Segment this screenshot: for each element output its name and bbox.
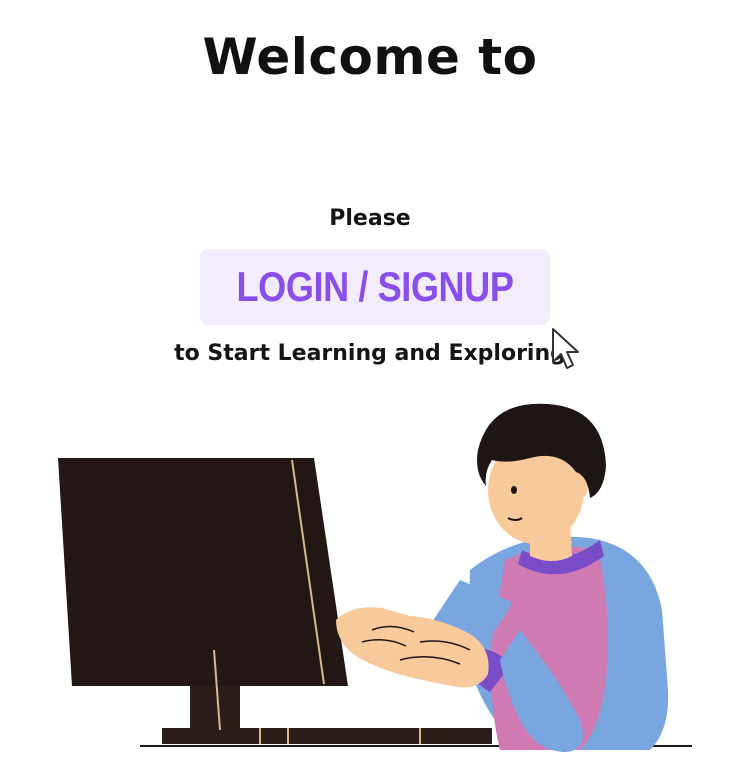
monitor — [58, 458, 348, 686]
page-title: Welcome to — [202, 28, 538, 86]
please-text: Please — [329, 206, 411, 231]
mouse-pointer-icon — [552, 328, 579, 369]
login-signup-button[interactable]: LOGIN / SIGNUP — [200, 249, 550, 325]
person-at-computer-illustration — [58, 403, 692, 752]
start-learning-text: to Start Learning and Exploring — [174, 341, 566, 366]
monitor-stand-base — [162, 728, 492, 744]
login-signup-button-label: LOGIN / SIGNUP — [236, 263, 514, 310]
